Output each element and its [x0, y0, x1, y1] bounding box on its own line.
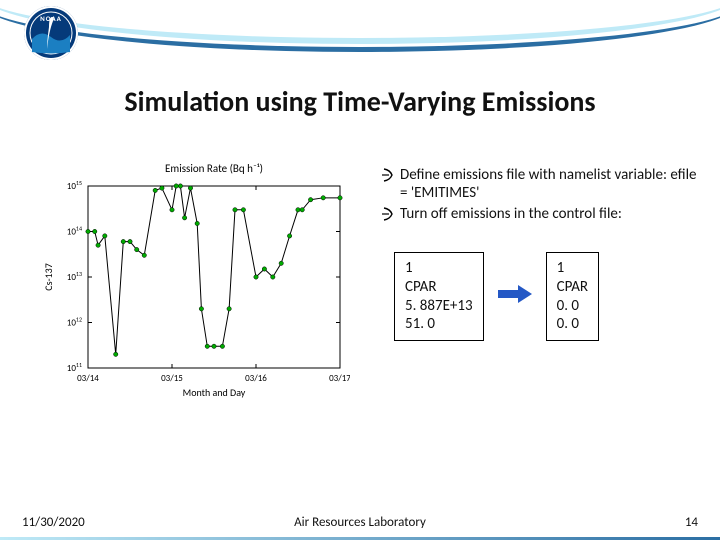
- control-box-after: 1 CPAR 0. 0 0. 0: [546, 252, 599, 341]
- arrow-icon: [498, 285, 532, 308]
- header-waves: [0, 0, 720, 80]
- bullet-1: Define emissions file with namelist vari…: [380, 166, 700, 202]
- bullet-icon: [380, 205, 394, 226]
- svg-text:1014: 1014: [67, 225, 82, 238]
- svg-text:03/14: 03/14: [77, 373, 99, 384]
- bullet-icon: [380, 166, 394, 187]
- svg-text:Cs-137: Cs-137: [42, 263, 55, 291]
- bullet-1-text: Define emissions file with namelist vari…: [400, 166, 700, 202]
- noaa-logo: NOAA: [24, 6, 78, 60]
- control-boxes: 1 CPAR 5. 887E+13 51. 0 1 CPAR 0. 0 0. 0: [394, 252, 599, 341]
- svg-text:Month and Day: Month and Day: [183, 386, 246, 399]
- slide-title: Simulation using Time-Varying Emissions: [0, 84, 720, 119]
- bullet-list: Define emissions file with namelist vari…: [380, 166, 700, 229]
- svg-text:03/15: 03/15: [161, 373, 183, 384]
- svg-text:1013: 1013: [67, 270, 82, 283]
- svg-text:1015: 1015: [67, 179, 82, 192]
- footer-page: 14: [685, 515, 698, 530]
- svg-text:1012: 1012: [67, 316, 82, 329]
- bullet-2: Turn off emissions in the control file:: [380, 205, 700, 226]
- control-box-before: 1 CPAR 5. 887E+13 51. 0: [394, 252, 484, 341]
- svg-text:03/16: 03/16: [245, 373, 267, 384]
- svg-text:Emission Rate (Bq h⁻¹): Emission Rate (Bq h⁻¹): [165, 162, 263, 175]
- logo-acronym: NOAA: [24, 14, 78, 23]
- bullet-2-text: Turn off emissions in the control file:: [400, 205, 622, 223]
- svg-text:03/17: 03/17: [329, 373, 350, 384]
- emission-chart: Emission Rate (Bq h⁻¹)101110121013101410…: [40, 158, 350, 408]
- footer-center: Air Resources Laboratory: [0, 515, 720, 530]
